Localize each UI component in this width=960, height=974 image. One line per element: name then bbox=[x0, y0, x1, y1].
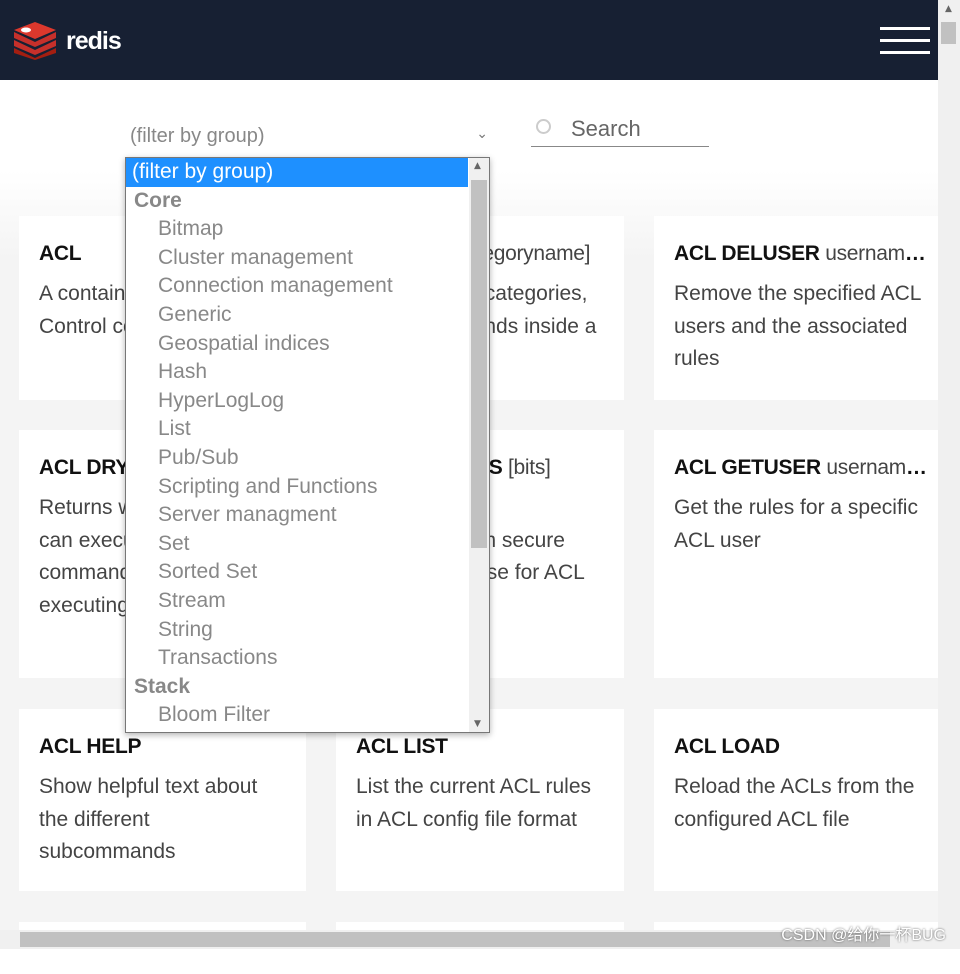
command-title: ACL LIST bbox=[356, 735, 448, 758]
dropdown-option[interactable]: Connection management bbox=[126, 272, 489, 301]
dropdown-option[interactable]: Scripting and Functions bbox=[126, 473, 489, 502]
command-args: username… bbox=[825, 242, 934, 265]
redis-cube-icon bbox=[14, 22, 56, 60]
brand-name: redis bbox=[66, 26, 122, 55]
search-placeholder: Search bbox=[571, 116, 641, 141]
command-title: ACL DELUSER bbox=[674, 242, 820, 265]
redis-logo[interactable]: redis bbox=[12, 22, 122, 60]
command-name: ACL LIST bbox=[356, 735, 604, 759]
command-title: ACL HELP bbox=[39, 735, 142, 758]
dropdown-option[interactable]: Set bbox=[126, 530, 489, 559]
command-description: Get the rules for a specific ACL user bbox=[674, 496, 918, 552]
group-filter-select[interactable]: (filter by group) ⌄ bbox=[130, 125, 490, 148]
command-title: ACL LOAD bbox=[674, 735, 780, 758]
scroll-up-icon[interactable]: ▲ bbox=[474, 161, 481, 171]
search-icon bbox=[536, 119, 551, 134]
command-description: List the current ACL rules in ACL config… bbox=[356, 775, 591, 831]
dropdown-option[interactable]: Bitmap bbox=[126, 215, 489, 244]
vertical-scroll-thumb[interactable] bbox=[941, 22, 956, 44]
dropdown-scrollbar[interactable]: ▲ ▼ bbox=[469, 158, 489, 732]
dropdown-option[interactable]: Sorted Set bbox=[126, 558, 489, 587]
dropdown-option[interactable]: Cluster management bbox=[126, 244, 489, 273]
scroll-up-icon[interactable]: ▲ bbox=[945, 4, 952, 14]
chevron-down-icon: ⌄ bbox=[476, 125, 488, 141]
command-title: ACL bbox=[39, 242, 82, 265]
dropdown-option[interactable]: (filter by group) bbox=[126, 158, 468, 187]
command-card[interactable]: ACL DELUSER username… Remove the specifie… bbox=[654, 216, 954, 400]
command-args: username… bbox=[826, 456, 934, 479]
command-card[interactable]: ACL HELP Show helpful text about the dif… bbox=[19, 709, 306, 891]
dropdown-option[interactable]: Pub/Sub bbox=[126, 444, 489, 473]
dropdown-option[interactable]: Transactions bbox=[126, 644, 489, 673]
command-name: ACL GETUSER username… bbox=[674, 456, 934, 480]
hamburger-icon[interactable] bbox=[880, 27, 930, 54]
search-input[interactable]: Search bbox=[531, 114, 709, 147]
dropdown-option[interactable]: Stream bbox=[126, 587, 489, 616]
vertical-scrollbar[interactable]: ▲ bbox=[938, 0, 960, 930]
scroll-down-icon[interactable]: ▼ bbox=[474, 719, 481, 729]
dropdown-option[interactable]: Hash bbox=[126, 358, 489, 387]
option-group-label: Stack bbox=[134, 674, 191, 698]
dropdown-scroll-thumb[interactable] bbox=[471, 180, 487, 548]
dropdown-option[interactable]: Server managment bbox=[126, 501, 489, 530]
command-name: ACL DELUSER username… bbox=[674, 242, 934, 266]
command-description: Remove the specified ACL users and the a… bbox=[674, 282, 921, 370]
command-card[interactable]: ACL LIST List the current ACL rules in A… bbox=[336, 709, 624, 891]
dropdown-option[interactable]: Geospatial indices bbox=[126, 330, 489, 359]
command-title: ACL GETUSER bbox=[674, 456, 821, 479]
dropdown-option[interactable]: Bloom Filter bbox=[126, 701, 489, 730]
command-card[interactable]: ACL GETUSER username… Get the rules for a… bbox=[654, 430, 954, 678]
dropdown-option[interactable]: HyperLogLog bbox=[126, 387, 489, 416]
group-filter-value: (filter by group) bbox=[130, 125, 265, 147]
command-card[interactable]: ACL LOAD Reload the ACLs from the config… bbox=[654, 709, 954, 891]
watermark: CSDN @给你一杯BUG bbox=[781, 927, 946, 944]
command-description: Reload the ACLs from the configured ACL … bbox=[674, 775, 915, 831]
horizontal-scroll-thumb[interactable] bbox=[20, 932, 890, 947]
command-args: [bits] bbox=[508, 456, 551, 479]
dropdown-option[interactable]: String bbox=[126, 616, 489, 645]
top-nav: redis bbox=[0, 0, 938, 80]
dropdown-option[interactable]: Generic bbox=[126, 301, 489, 330]
command-name: ACL HELP bbox=[39, 735, 286, 759]
dropdown-option[interactable]: List bbox=[126, 415, 489, 444]
command-name: ACL LOAD bbox=[674, 735, 934, 759]
command-description: Show helpful text about the different su… bbox=[39, 775, 258, 863]
option-group-label: Core bbox=[134, 188, 182, 212]
group-filter-dropdown[interactable]: (filter by group) Core Bitmap Cluster manag… bbox=[125, 157, 490, 733]
